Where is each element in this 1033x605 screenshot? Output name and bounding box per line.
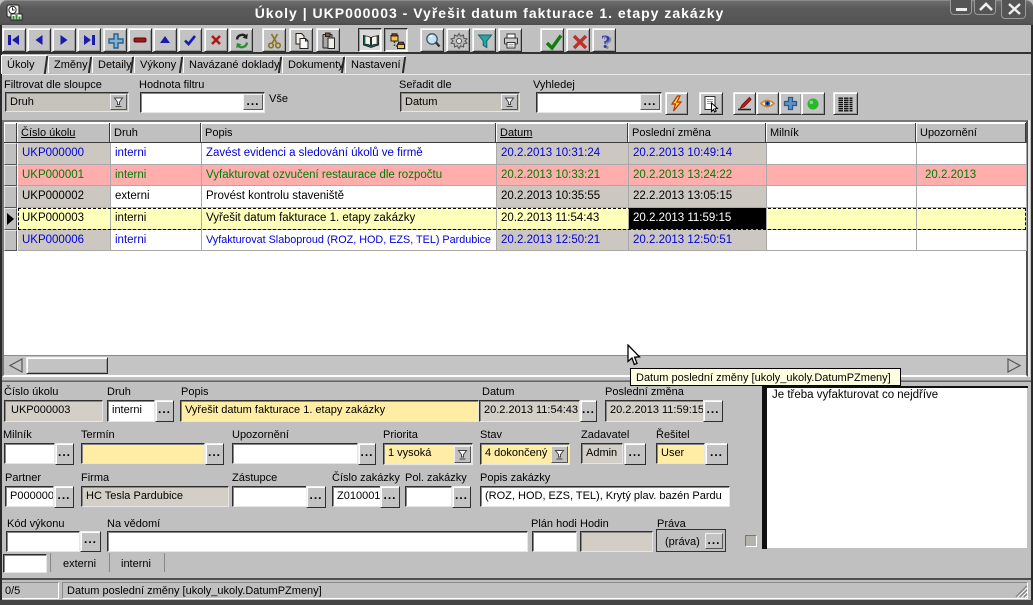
svg-text:?: ? <box>601 32 611 52</box>
